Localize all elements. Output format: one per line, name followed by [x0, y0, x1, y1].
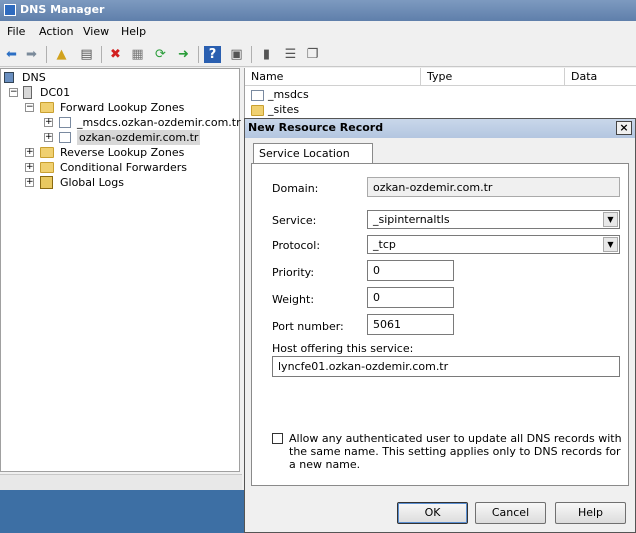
- port-number-label: Port number:: [272, 320, 344, 333]
- tree-item-label: DC01: [40, 86, 71, 99]
- console-icon[interactable]: ▣: [228, 46, 245, 63]
- service-value: _sipinternaltls: [373, 213, 450, 226]
- port-number-input[interactable]: 5061: [367, 314, 454, 335]
- export-icon[interactable]: ➜: [175, 46, 192, 63]
- column-header-data[interactable]: Data: [565, 68, 636, 86]
- up-folder-icon[interactable]: ▲: [53, 46, 70, 63]
- properties-icon[interactable]: ▦: [129, 46, 146, 63]
- protocol-value: _tcp: [373, 238, 396, 251]
- allow-update-label[interactable]: Allow any authenticated user to update a…: [289, 432, 624, 471]
- list-item[interactable]: _sites: [251, 102, 299, 118]
- tree-item-label: _msdcs.ozkan-ozdemir.com.tr: [77, 116, 241, 129]
- tree-item-label: ozkan-ozdemir.com.tr: [77, 130, 201, 145]
- tree-item-main-zone[interactable]: + ozkan-ozdemir.com.tr: [44, 130, 201, 145]
- expand-icon[interactable]: +: [44, 133, 53, 142]
- cancel-button[interactable]: Cancel: [475, 502, 546, 524]
- server-icon[interactable]: ▮: [258, 46, 275, 63]
- show-hide-tree-icon[interactable]: ▤: [78, 46, 95, 63]
- ok-button[interactable]: OK: [397, 502, 468, 524]
- forward-icon[interactable]: ➡: [23, 46, 40, 63]
- service-combobox[interactable]: _sipinternaltls ▼: [367, 210, 620, 229]
- list-item-label: _msdcs: [268, 88, 309, 101]
- toolbar-separator: [251, 46, 252, 63]
- chevron-down-icon[interactable]: ▼: [603, 212, 618, 227]
- desktop-background: [0, 490, 246, 533]
- menu-bar: File Action View Help: [0, 21, 636, 42]
- expand-icon[interactable]: +: [25, 148, 34, 157]
- event-log-icon: [40, 176, 53, 189]
- service-label: Service:: [272, 214, 317, 227]
- toolbar: ⬅ ➡ ▲ ▤ ✖ ▦ ⟳ ➜ ? ▣ ▮ ☰ ❐: [0, 42, 636, 67]
- toolbar-separator: [46, 46, 47, 63]
- copy-icon[interactable]: ❐: [304, 46, 321, 63]
- toolbar-separator: [198, 46, 199, 63]
- weight-label: Weight:: [272, 293, 315, 306]
- tree-item-label: Conditional Forwarders: [60, 161, 188, 174]
- dns-manager-window: DNS Manager File Action View Help ⬅ ➡ ▲ …: [0, 0, 636, 533]
- collapse-icon[interactable]: −: [9, 88, 18, 97]
- folder-icon: [40, 147, 54, 158]
- menu-help[interactable]: Help: [121, 25, 146, 38]
- weight-input[interactable]: 0: [367, 287, 454, 308]
- dialog-title: New Resource Record: [248, 121, 384, 134]
- console-tree: DNS − DC01 − Forward Lookup Zones + _msd…: [0, 68, 241, 472]
- tab-service-location-srv[interactable]: Service Location (SRV): [253, 143, 373, 180]
- menu-action[interactable]: Action: [39, 25, 73, 38]
- expand-icon[interactable]: +: [25, 178, 34, 187]
- zone-icon: [59, 117, 71, 128]
- list-item-label: _sites: [268, 103, 300, 116]
- domain-field: ozkan-ozdemir.com.tr: [367, 177, 620, 197]
- tree-horizontal-scrollbar[interactable]: [0, 474, 242, 490]
- delete-icon[interactable]: ✖: [107, 46, 124, 63]
- tree-item-label: Global Logs: [60, 176, 124, 189]
- host-label: Host offering this service:: [272, 342, 414, 355]
- dialog-title-bar[interactable]: New Resource Record ×: [245, 119, 635, 138]
- help-icon[interactable]: ?: [204, 46, 221, 63]
- allow-update-checkbox[interactable]: [272, 433, 283, 444]
- protocol-combobox[interactable]: _tcp ▼: [367, 235, 620, 254]
- list-icon[interactable]: ☰: [282, 46, 299, 63]
- priority-input[interactable]: 0: [367, 260, 454, 281]
- server-icon: [23, 86, 32, 99]
- title-bar[interactable]: DNS Manager: [0, 0, 636, 21]
- folder-icon: [40, 162, 54, 173]
- window-title: DNS Manager: [20, 3, 105, 16]
- tree-item-label: Forward Lookup Zones: [60, 101, 185, 114]
- toolbar-separator: [101, 46, 102, 63]
- chevron-down-icon[interactable]: ▼: [603, 237, 618, 252]
- zone-folder-icon: [251, 89, 264, 101]
- expand-icon[interactable]: +: [25, 163, 34, 172]
- protocol-label: Protocol:: [272, 239, 321, 252]
- refresh-icon[interactable]: ⟳: [152, 46, 169, 63]
- close-icon[interactable]: ×: [616, 121, 632, 135]
- host-input[interactable]: lyncfe01.ozkan-ozdemir.com.tr: [272, 356, 620, 377]
- menu-file[interactable]: File: [7, 25, 25, 38]
- column-header-type[interactable]: Type: [421, 68, 565, 86]
- folder-icon: [251, 104, 264, 116]
- zone-icon: [59, 132, 71, 143]
- domain-label: Domain:: [272, 182, 319, 195]
- tree-item-label: Reverse Lookup Zones: [60, 146, 185, 159]
- folder-icon: [40, 102, 54, 113]
- tab-panel: Domain: ozkan-ozdemir.com.tr Service: _s…: [251, 163, 629, 486]
- new-resource-record-dialog: New Resource Record × Service Location (…: [244, 118, 636, 533]
- column-header-name[interactable]: Name: [245, 68, 421, 86]
- help-button[interactable]: Help: [555, 502, 626, 524]
- dns-server-icon: [4, 72, 14, 83]
- collapse-icon[interactable]: −: [25, 103, 34, 112]
- list-item[interactable]: _msdcs: [251, 87, 309, 103]
- expand-icon[interactable]: +: [44, 118, 53, 127]
- priority-label: Priority:: [272, 266, 315, 279]
- tree-item-label: DNS: [22, 71, 46, 84]
- back-icon[interactable]: ⬅: [3, 46, 20, 63]
- dns-app-icon: [4, 4, 16, 16]
- menu-view[interactable]: View: [83, 25, 109, 38]
